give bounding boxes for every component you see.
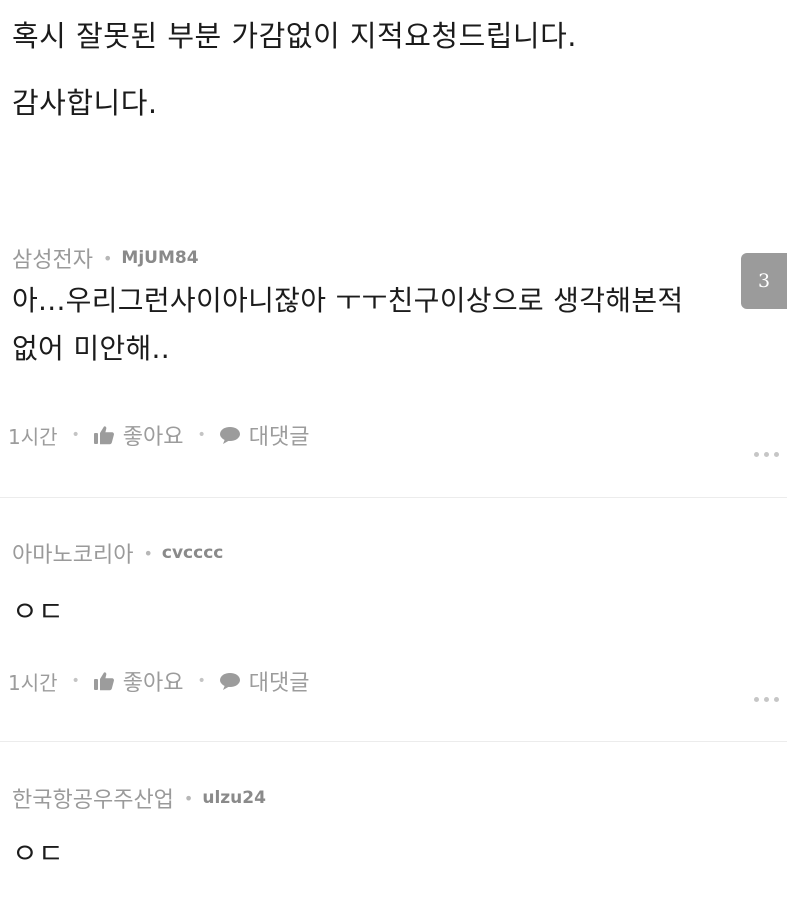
comment-time: 1시간 [8,424,58,449]
comment-company[interactable]: 한국항공우주산업 [12,782,174,814]
reply-button[interactable]: 대댓글 [219,665,310,697]
like-button[interactable]: 좋아요 [93,665,184,697]
action-separator: • [197,673,206,689]
reply-button[interactable]: 대댓글 [219,419,310,451]
like-label: 좋아요 [122,425,184,450]
comment-divider [0,497,787,498]
comment-divider [0,741,787,742]
comment-author[interactable]: ulzu24 [202,788,266,808]
post-text-line-1: 혹시 잘못된 부분 가감없이 지적요청드립니다. [12,19,578,53]
thumbs-up-icon [93,672,114,691]
comment-meta: 아마노코리아 • cvcccc [12,535,223,571]
comment-meta: 삼성전자 • MjUM84 [12,240,199,276]
comment-text-line-1: 아...우리그런사이아니잖아 ㅜㅜ친구이상으로 생각해본적 [12,284,684,317]
like-label: 좋아요 [122,671,184,696]
action-separator: • [197,427,206,443]
comment-author[interactable]: MjUM84 [121,248,198,268]
meta-separator: • [143,543,153,563]
comment-author[interactable]: cvcccc [162,543,223,563]
thumbs-up-icon [93,426,114,445]
action-separator: • [71,673,80,689]
comment-meta: 한국항공우주산업 • ulzu24 [12,780,266,816]
page-number-badge[interactable]: 3 [741,253,787,309]
like-button[interactable]: 좋아요 [93,419,184,451]
comment-text: 아...우리그런사이아니잖아 ㅜㅜ친구이상으로 생각해본적 없어 미안해.. [12,277,683,373]
reply-label: 대댓글 [248,671,310,696]
speech-bubble-icon [219,673,240,690]
reply-label: 대댓글 [248,425,310,450]
comment-text: ㅇㄷ [12,837,65,870]
action-separator: • [71,427,80,443]
comment-company[interactable]: 삼성전자 [12,242,93,274]
comment-company[interactable]: 아마노코리아 [12,537,133,569]
comment-text: ㅇㄷ [12,595,65,628]
speech-bubble-icon [219,427,240,444]
meta-separator: • [183,788,194,808]
comment-text-line-2: 없어 미안해.. [12,332,170,365]
comment-time: 1시간 [8,670,58,695]
comment-actions: 1시간 • 좋아요 • 대댓글 [8,417,310,453]
post-text-line-2: 감사합니다. [12,86,158,120]
comment-actions: 1시간 • 좋아요 • 대댓글 [8,663,310,699]
meta-separator: • [102,248,113,268]
more-dots-icon[interactable] [749,442,779,461]
more-dots-icon[interactable] [749,687,779,706]
